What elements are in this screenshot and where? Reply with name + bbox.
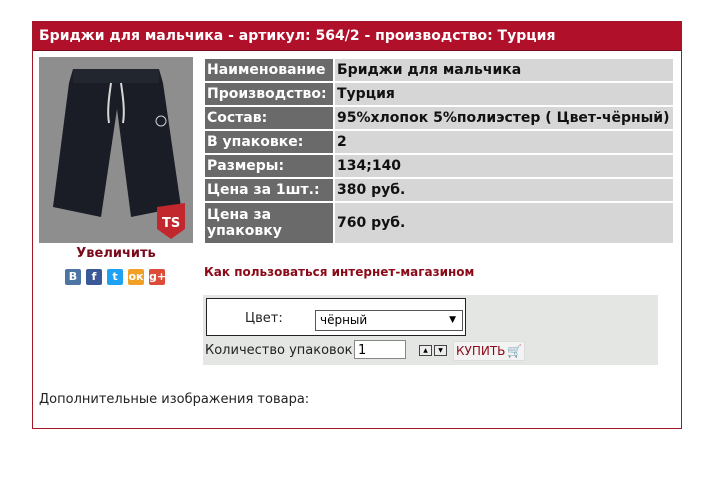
spec-value: 760 руб. (335, 203, 673, 243)
brand-logo: TS (162, 216, 180, 231)
qty-increase-icon[interactable]: ▲ (419, 345, 432, 356)
product-panel: Бриджи для мальчика - артикул: 564/2 - п… (32, 21, 682, 429)
spec-value: 2 (335, 131, 673, 153)
spec-value: Турция (335, 83, 673, 105)
spec-label: Производство: (205, 83, 333, 105)
vk-icon[interactable]: В (65, 269, 81, 285)
color-box: Цвет: чёрный ▼ (206, 298, 466, 336)
order-box: Цвет: чёрный ▼ Количество упаковок: 1 ▲ … (203, 295, 658, 365)
product-title: Бриджи для мальчика - артикул: 564/2 - п… (39, 28, 556, 44)
spec-row: Наименование Бриджи для мальчика (205, 59, 673, 81)
spec-row: Цена за 1шт.: 380 руб. (205, 179, 673, 201)
shorts-image: TS (39, 57, 193, 243)
spec-row: Цена за упаковку 760 руб. (205, 203, 673, 243)
spec-value: Бриджи для мальчика (335, 59, 673, 81)
cart-icon: 🛒 (507, 344, 523, 358)
more-images-label: Дополнительные изображения товара: (39, 392, 310, 407)
spec-value: 380 руб. (335, 179, 673, 201)
google-plus-icon[interactable]: g+ (149, 269, 166, 285)
spec-row: Размеры: 134;140 (205, 155, 673, 177)
color-select-value: чёрный (320, 313, 368, 327)
enlarge-link[interactable]: Увеличить (39, 246, 193, 261)
qty-input[interactable]: 1 (354, 340, 406, 359)
chevron-down-icon: ▼ (449, 315, 456, 325)
spec-label: В упаковке: (205, 131, 333, 153)
spec-value: 134;140 (335, 155, 673, 177)
spec-label: Наименование (205, 59, 333, 81)
spec-row: В упаковке: 2 (205, 131, 673, 153)
buy-button-label: КУПИТЬ (456, 344, 506, 358)
spec-label: Цена за 1шт.: (205, 179, 333, 201)
qty-label: Количество упаковок: (205, 343, 357, 358)
product-image[interactable]: TS (39, 57, 193, 243)
spec-value: 95%хлопок 5%полиэстер ( Цвет-чёрный) (335, 107, 673, 129)
twitter-icon[interactable]: t (107, 269, 123, 285)
qty-decrease-icon[interactable]: ▼ (434, 345, 447, 356)
howto-link[interactable]: Как пользоваться интернет-магазином (204, 265, 474, 279)
facebook-icon[interactable]: f (86, 269, 102, 285)
spec-label: Состав: (205, 107, 333, 129)
spec-label: Цена за упаковку (205, 203, 333, 243)
spec-row: Состав: 95%хлопок 5%полиэстер ( Цвет-чёрн… (205, 107, 673, 129)
odnoklassniki-icon[interactable]: ок (128, 269, 144, 285)
buy-button[interactable]: КУПИТЬ 🛒 (453, 341, 526, 361)
color-select[interactable]: чёрный ▼ (315, 310, 463, 331)
title-bar: Бриджи для мальчика - артикул: 564/2 - п… (33, 22, 681, 51)
color-label: Цвет: (245, 311, 283, 326)
specs-table: Наименование Бриджи для мальчика Производс… (203, 57, 675, 245)
spec-label: Размеры: (205, 155, 333, 177)
spec-row: Производство: Турция (205, 83, 673, 105)
